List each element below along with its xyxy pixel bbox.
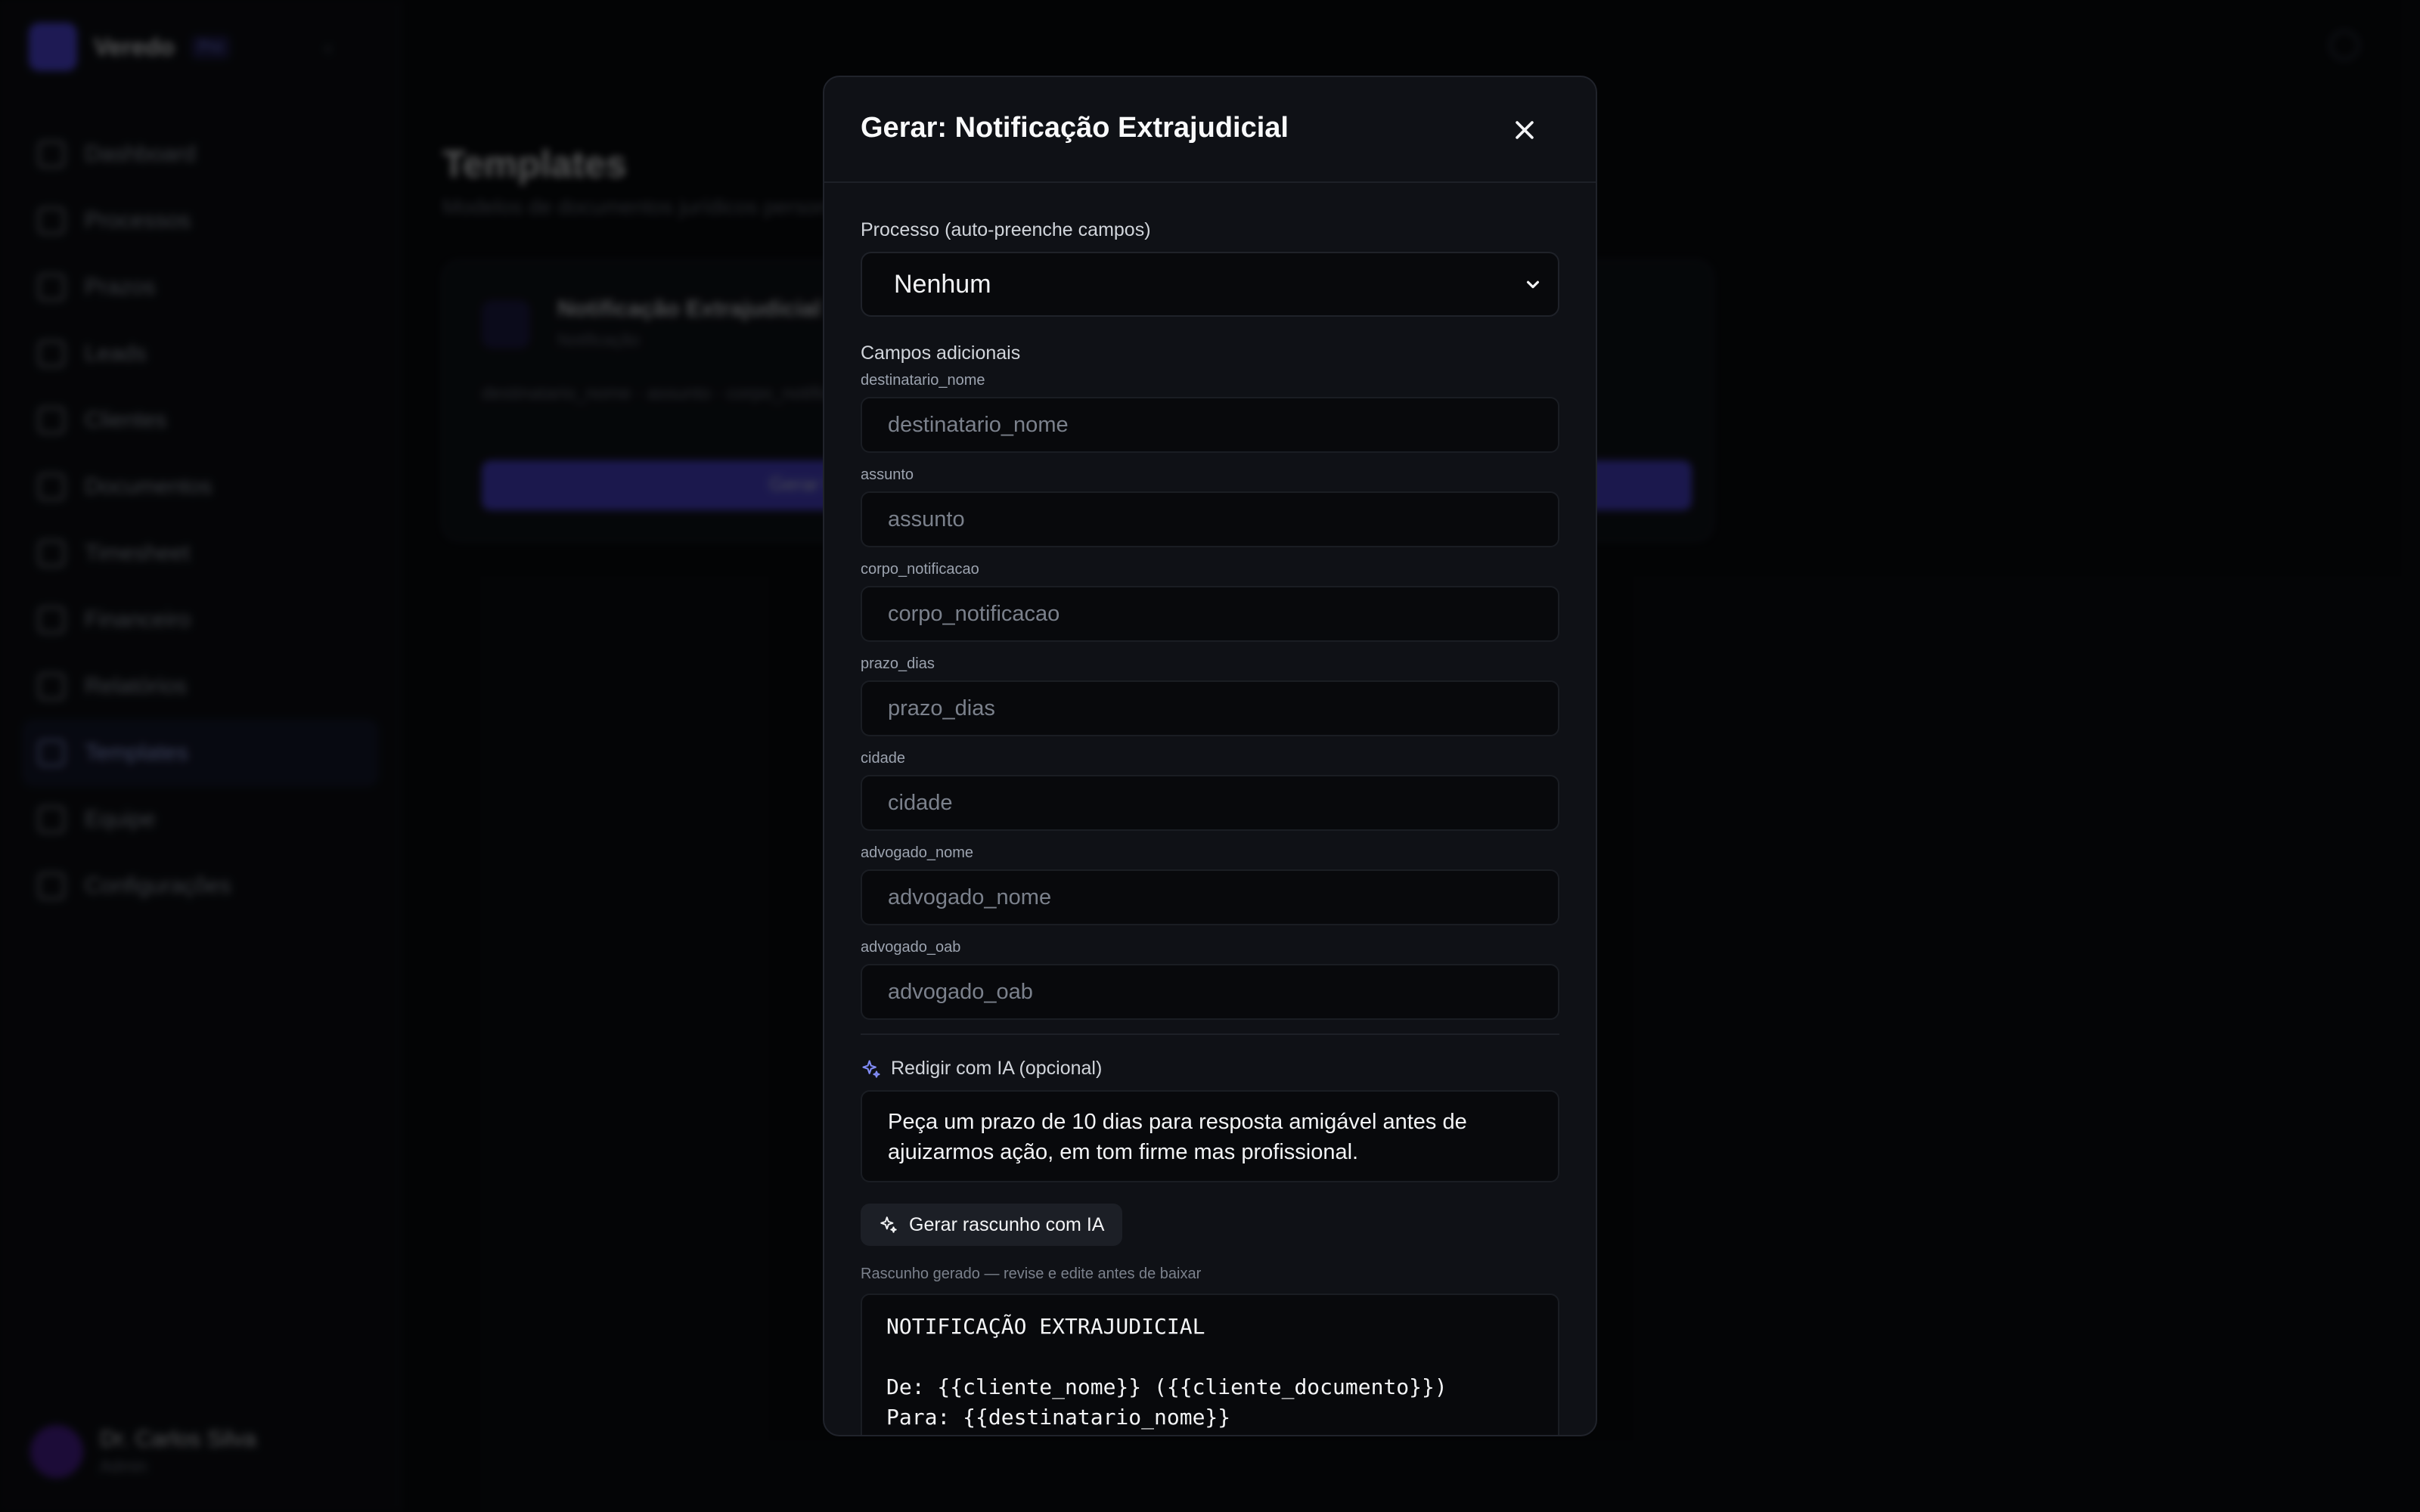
field-label: destinatario_nome (861, 372, 985, 389)
additional-fields-label: Campos adicionais (861, 342, 1021, 364)
destinatario-nome-input[interactable] (861, 397, 1559, 453)
modal-body: Processo (auto-preenche campos) Nenhum C… (861, 219, 1559, 1435)
process-select-value: Nenhum (894, 269, 991, 299)
modal-title: Gerar: Notificação Extrajudicial (861, 112, 1289, 144)
field-cidade: cidade (861, 750, 1559, 831)
close-button[interactable] (1503, 109, 1546, 151)
close-icon (1516, 121, 1534, 139)
ai-section-label: Redigir com IA (opcional) (861, 1058, 1559, 1080)
field-advogado-oab: advogado_oab (861, 939, 1559, 1020)
section-divider (861, 1033, 1559, 1035)
chevron-down-icon (1526, 280, 1540, 289)
ai-label-text: Redigir com IA (opcional) (891, 1058, 1103, 1079)
assunto-input[interactable] (861, 491, 1559, 547)
prazo-dias-input[interactable] (861, 680, 1559, 736)
modal-header: Gerar: Notificação Extrajudicial (824, 77, 1596, 183)
field-label: assunto (861, 466, 914, 483)
field-corpo-notificacao: corpo_notificacao (861, 561, 1559, 642)
corpo-notificacao-input[interactable] (861, 586, 1559, 642)
field-label: advogado_nome (861, 844, 974, 861)
field-label: prazo_dias (861, 655, 935, 672)
field-destinatario-nome: destinatario_nome (861, 372, 1559, 453)
process-label: Processo (auto-preenche campos) (861, 219, 1151, 240)
field-advogado-nome: advogado_nome (861, 844, 1559, 925)
draft-textarea[interactable]: NOTIFICAÇÃO EXTRAJUDICIAL De: {{cliente_… (861, 1294, 1559, 1435)
generate-draft-button[interactable]: Gerar rascunho com IA (861, 1204, 1123, 1246)
advogado-nome-input[interactable] (861, 869, 1559, 925)
advogado-oab-input[interactable] (861, 964, 1559, 1020)
ai-prompt-textarea[interactable]: Peça um prazo de 10 dias para resposta a… (861, 1090, 1559, 1182)
generate-modal: Gerar: Notificação Extrajudicial Process… (823, 76, 1597, 1436)
field-prazo-dias: prazo_dias (861, 655, 1559, 736)
cidade-input[interactable] (861, 775, 1559, 831)
sparkles-icon (880, 1216, 897, 1233)
sparkles-icon (862, 1059, 880, 1078)
field-assunto: assunto (861, 466, 1559, 547)
generate-draft-label: Gerar rascunho com IA (909, 1213, 1105, 1235)
field-label: corpo_notificacao (861, 561, 979, 578)
app-root: Veredo Pro ‹ Dashboard Processos Prazos … (0, 0, 2420, 1512)
field-label: advogado_oab (861, 939, 961, 956)
draft-label: Rascunho gerado — revise e edite antes d… (861, 1266, 1202, 1282)
process-select[interactable]: Nenhum (861, 252, 1559, 317)
field-label: cidade (861, 750, 905, 767)
